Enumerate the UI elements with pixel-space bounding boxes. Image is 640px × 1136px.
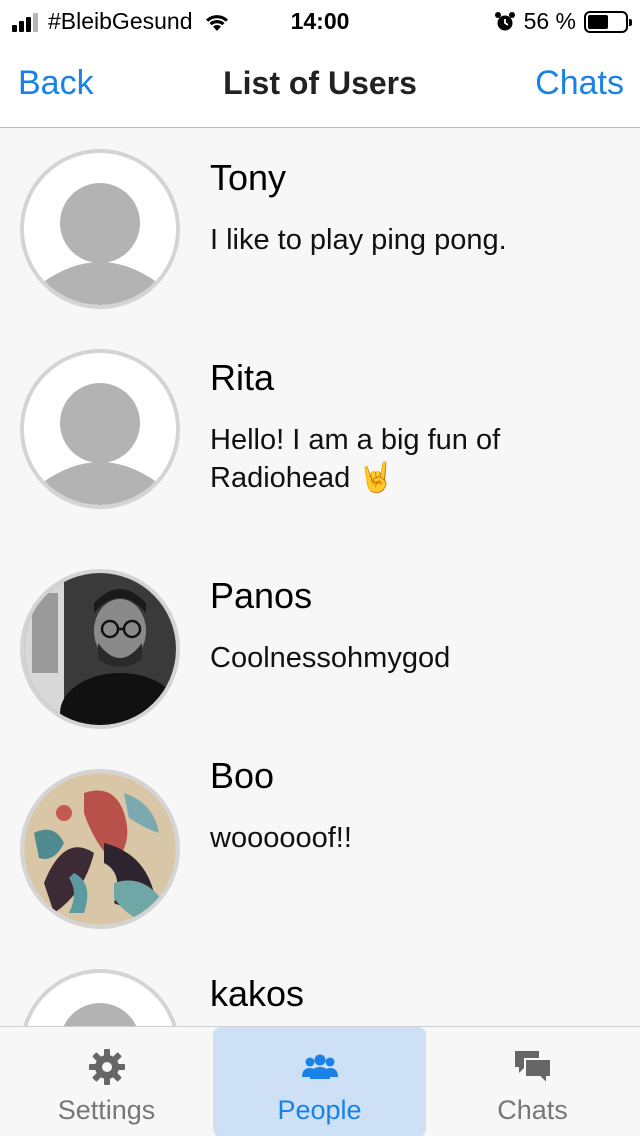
tab-label: People xyxy=(277,1095,362,1125)
avatar xyxy=(20,349,180,509)
chats-nav-button[interactable]: Chats xyxy=(535,64,624,103)
user-bio: Coolnessohmygod xyxy=(210,642,451,674)
avatar xyxy=(20,769,180,929)
avatar xyxy=(20,969,180,1026)
tab-bar: Settings People Chats xyxy=(0,1026,640,1136)
battery-icon xyxy=(584,10,632,33)
default-avatar-icon xyxy=(24,153,176,305)
avatar xyxy=(20,149,180,309)
default-avatar-icon xyxy=(24,353,176,505)
tab-chats[interactable]: Chats xyxy=(426,1027,639,1136)
user-name: kakos xyxy=(210,973,305,1014)
list-item[interactable]: Rita Hello! I am a big fun of Radiohead … xyxy=(0,329,640,529)
photo-avatar-icon xyxy=(24,573,176,725)
user-bio: Hello! I am a big fun of Radiohead 🤘 xyxy=(210,424,501,494)
status-bar: #BleibGesund 14:00 56 % xyxy=(0,0,640,40)
user-name: Rita xyxy=(210,357,275,398)
tab-label: Chats xyxy=(497,1095,568,1125)
list-item[interactable]: Tony I like to play ping pong. xyxy=(0,129,640,329)
user-name: Boo xyxy=(210,755,275,796)
user-name: Tony xyxy=(210,157,287,198)
tab-label: Settings xyxy=(57,1095,156,1125)
people-icon xyxy=(301,1054,338,1079)
navigation-bar: Back List of Users Chats xyxy=(0,40,640,128)
tab-settings[interactable]: Settings xyxy=(0,1027,213,1136)
tab-people[interactable]: People xyxy=(213,1027,426,1136)
default-avatar-icon xyxy=(24,973,176,1026)
alarm-icon xyxy=(494,11,515,30)
user-bio: woooooof!! xyxy=(210,822,352,854)
status-right: 56 % xyxy=(494,8,632,35)
list-item[interactable]: kakos xyxy=(0,949,640,1026)
gear-icon xyxy=(88,1049,125,1085)
list-item[interactable]: Panos Coolnessohmygod xyxy=(0,549,640,749)
painting-avatar-icon xyxy=(24,773,176,925)
chat-bubbles-icon xyxy=(514,1051,552,1087)
user-name: Panos xyxy=(210,575,313,616)
battery-percent: 56 % xyxy=(523,8,576,34)
list-item[interactable]: Boo woooooof!! xyxy=(0,749,640,949)
user-bio: I like to play ping pong. xyxy=(210,224,507,256)
user-list[interactable]: Tony I like to play ping pong. Rita Hell… xyxy=(0,129,640,1026)
back-button[interactable]: Back xyxy=(18,64,94,103)
avatar xyxy=(20,569,180,729)
